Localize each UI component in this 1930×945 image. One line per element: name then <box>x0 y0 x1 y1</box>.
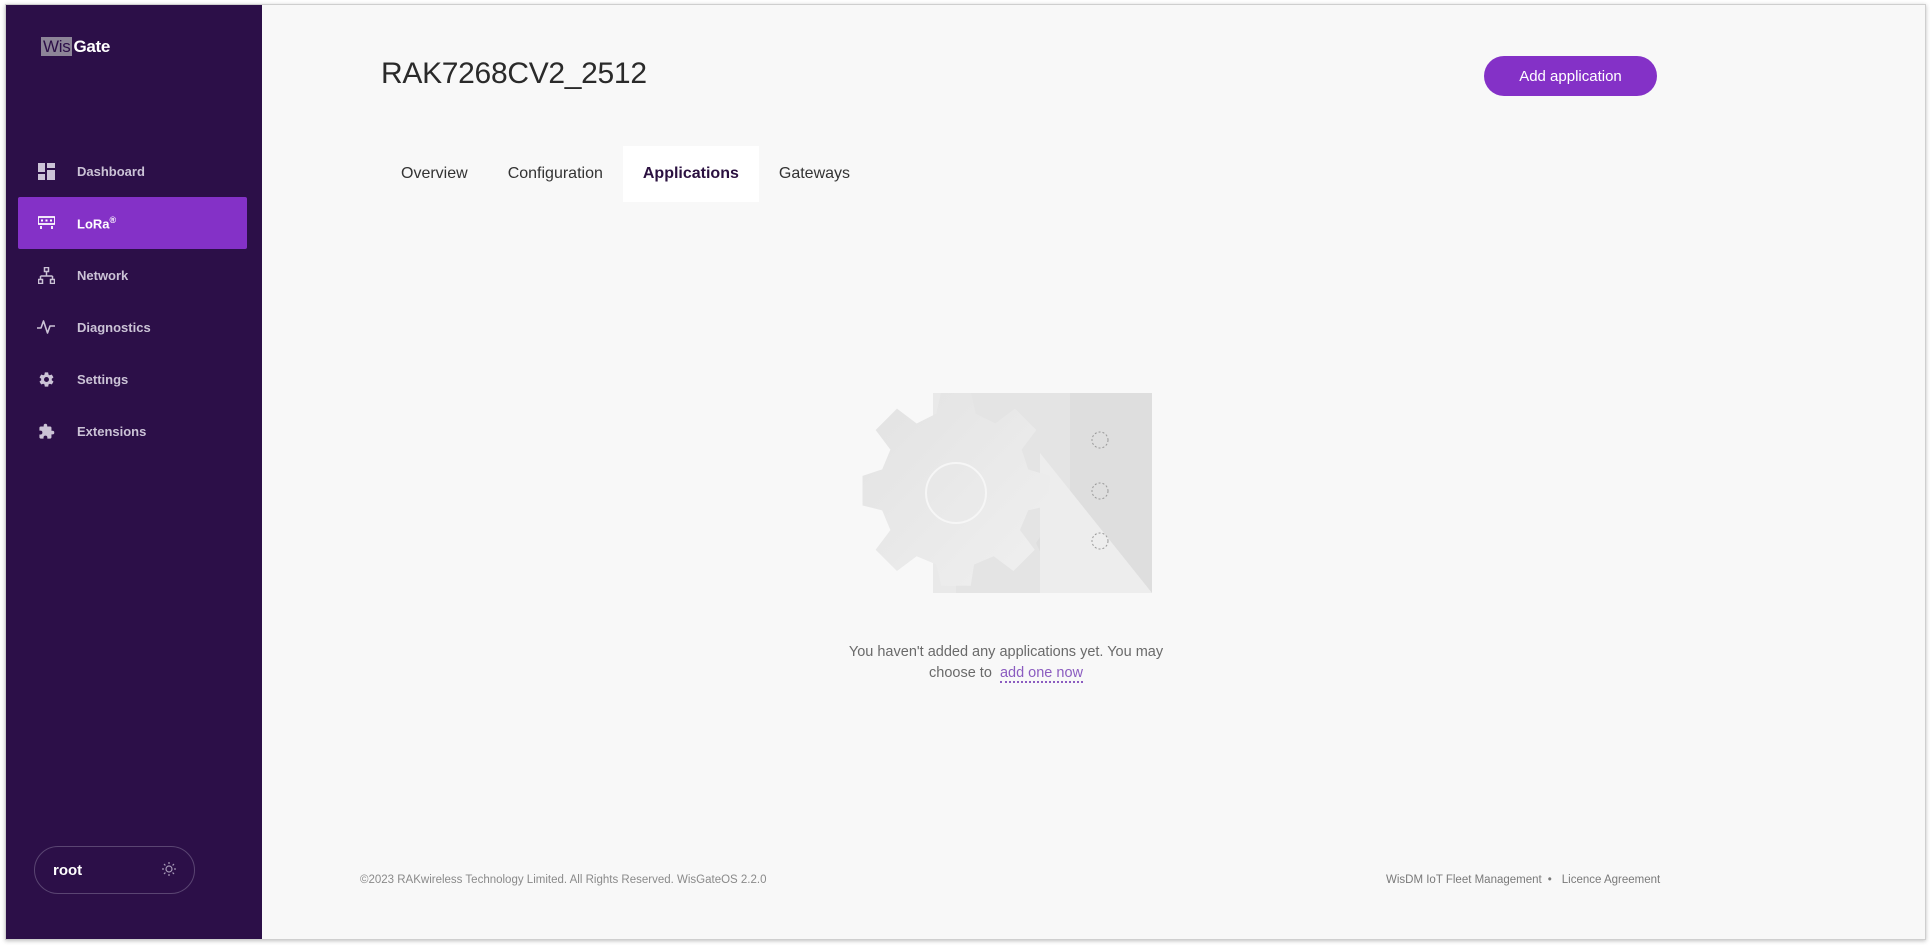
sidebar-item-extensions[interactable]: Extensions <box>18 405 247 457</box>
sidebar-nav: Dashboard LoRa® Network Diagnostics Sett… <box>18 145 247 457</box>
sidebar-item-diagnostics[interactable]: Diagnostics <box>18 301 247 353</box>
add-application-button[interactable]: Add application <box>1484 56 1657 96</box>
sidebar-item-label: Dashboard <box>77 163 145 179</box>
registered-mark: ® <box>109 214 117 225</box>
page-title: RAK7268CV2_2512 <box>381 57 647 90</box>
empty-state-message: You haven't added any applications yet. … <box>840 642 1172 684</box>
sidebar-item-settings[interactable]: Settings <box>18 353 247 405</box>
app-window: Wis Gate Dashboard LoRa® Network Diagnos… <box>5 4 1926 940</box>
tab-bar: Overview Configuration Applications Gate… <box>381 146 870 202</box>
tab-gateways[interactable]: Gateways <box>759 146 870 202</box>
logo-gate: Gate <box>73 37 111 56</box>
dashboard-icon <box>36 161 56 181</box>
lora-label-text: LoRa <box>77 216 110 232</box>
network-icon <box>36 265 56 285</box>
sun-icon[interactable] <box>161 861 177 877</box>
sidebar-item-label: Extensions <box>77 423 147 439</box>
sidebar-item-label: LoRa® <box>77 215 116 231</box>
sidebar-item-label: Network <box>77 267 129 283</box>
tab-applications[interactable]: Applications <box>622 146 759 202</box>
username: root <box>53 861 83 879</box>
gear-icon <box>36 369 56 389</box>
wisgate-logo[interactable]: Wis Gate <box>41 37 110 57</box>
tab-overview[interactable]: Overview <box>381 146 488 202</box>
licence-agreement-link[interactable]: Licence Agreement <box>1562 874 1660 886</box>
lora-icon <box>36 213 56 233</box>
footer-separator: • <box>1547 874 1552 886</box>
sidebar-item-lora[interactable]: LoRa® <box>18 197 247 249</box>
puzzle-icon <box>36 421 56 441</box>
footer-copyright: ©2023 RAKwireless Technology Limited. Al… <box>360 874 767 886</box>
sidebar-item-network[interactable]: Network <box>18 249 247 301</box>
wisdm-link[interactable]: WisDM IoT Fleet Management <box>1386 874 1542 886</box>
sidebar: Wis Gate Dashboard LoRa® Network Diagnos… <box>6 5 262 939</box>
empty-state-illustration <box>862 393 1152 593</box>
sidebar-item-label: Settings <box>77 371 129 387</box>
footer-links: WisDM IoT Fleet Management • Licence Agr… <box>1386 874 1660 886</box>
sidebar-item-dashboard[interactable]: Dashboard <box>18 145 247 197</box>
add-one-now-link[interactable]: add one now <box>999 665 1083 683</box>
user-menu[interactable]: root <box>34 846 195 894</box>
sidebar-item-label: Diagnostics <box>77 319 151 335</box>
main-content: RAK7268CV2_2512 Add application Overview… <box>262 5 1925 939</box>
diagnostics-icon <box>36 317 56 337</box>
tab-configuration[interactable]: Configuration <box>488 146 623 202</box>
logo-wis: Wis <box>41 37 73 56</box>
